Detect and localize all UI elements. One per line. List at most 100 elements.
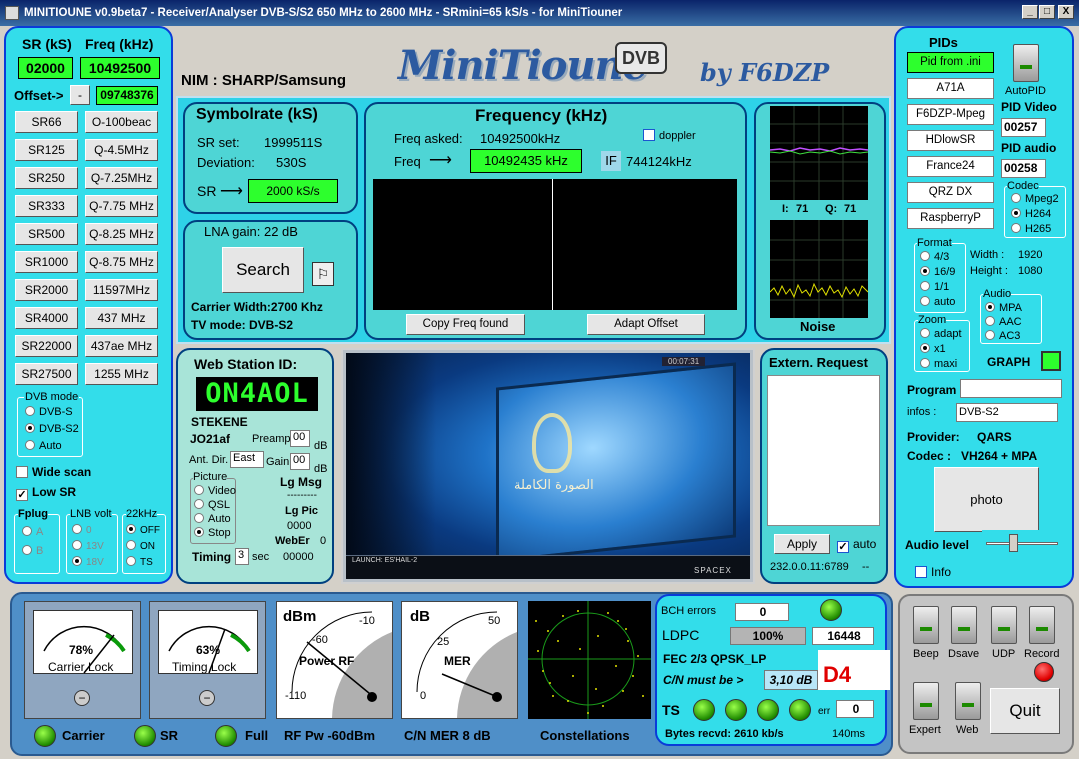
graph-toggle[interactable] [1041,351,1061,371]
udp-switch[interactable] [991,606,1017,644]
window-title: MINITIOUNE v0.9beta7 - Receiver/Analyser… [24,7,623,19]
picture-stop-radio[interactable]: Stop [194,527,231,539]
format-11-radio[interactable]: 1/1 [920,281,949,293]
format-auto-radio[interactable]: auto [920,296,955,308]
picture-video-radio[interactable]: Video [194,485,236,497]
pid-preset-button-5[interactable]: QRZ DX [907,182,994,203]
fplug-a-radio[interactable]: A [22,526,43,538]
sr-button-0[interactable]: SR66 [15,111,78,133]
close-button[interactable]: X [1058,5,1074,19]
sr-button-6[interactable]: SR2000 [15,279,78,301]
doppler-checkbox[interactable]: doppler [643,129,696,142]
zoom-x1-radio[interactable]: x1 [920,343,946,355]
timing-lock-pct: 63% [196,643,221,657]
dvb-s2-radio[interactable]: DVB-S2 [25,423,79,435]
info-checkbox[interactable]: Info [915,565,951,579]
audio-mpa-radio[interactable]: MPA [985,302,1022,314]
khz22-off-radio[interactable]: OFF [126,524,160,536]
freq-button-7[interactable]: 437 MHz [85,307,158,329]
lnb-label: LNB volt [70,508,112,520]
freq-button-2[interactable]: Q-7.25MHz [85,167,158,189]
offset-sign-button[interactable]: - [70,85,90,105]
khz22-on-radio[interactable]: ON [126,540,155,552]
adapt-offset-button[interactable]: Adapt Offset [587,314,705,335]
lnb-0-radio[interactable]: 0 [72,524,92,536]
sr-button-9[interactable]: SR27500 [15,363,78,385]
quit-button[interactable]: Quit [990,688,1060,734]
pid-preset-button-3[interactable]: HDlowSR [907,130,994,151]
freq-button-3[interactable]: Q-7.75 MHz [85,195,158,217]
sr-button-7[interactable]: SR4000 [15,307,78,329]
freq-input[interactable]: 10492500 [80,57,160,79]
lnb-13-radio[interactable]: 13V [72,540,104,552]
low-sr-checkbox[interactable]: ✓ Low SR [16,485,76,501]
gain-input[interactable]: 00 [290,453,310,470]
extern-list[interactable] [767,375,880,526]
audio-level-slider[interactable] [982,530,1064,558]
picture-qsl-radio[interactable]: QSL [194,499,230,511]
freq-button-8[interactable]: 437ae MHz [85,335,158,357]
sr-button-5[interactable]: SR1000 [15,251,78,273]
program-input[interactable] [960,379,1062,398]
audio-aac-radio[interactable]: AAC [985,316,1022,328]
infos-input[interactable]: DVB-S2 [956,403,1058,422]
apply-button[interactable]: Apply [774,534,830,554]
antdir-input[interactable]: East [230,451,264,468]
zoom-maxi-radio[interactable]: maxi [920,358,957,370]
sr-button-2[interactable]: SR250 [15,167,78,189]
format-169-radio[interactable]: 16/9 [920,266,955,278]
sr-button-4[interactable]: SR500 [15,223,78,245]
record-switch[interactable] [1029,606,1055,644]
preamp-input[interactable]: 00 [290,430,310,447]
pid-preset-button-1[interactable]: A71A [907,78,994,99]
sr-input[interactable]: 02000 [18,57,73,79]
autopid-switch[interactable] [1013,44,1039,82]
sr-button-3[interactable]: SR333 [15,195,78,217]
zoom-adapt-radio[interactable]: adapt [920,328,962,340]
dvb-s-radio[interactable]: DVB-S [25,406,73,418]
search-button[interactable]: Search [222,247,304,293]
web-switch[interactable] [955,682,981,720]
picture-auto-radio[interactable]: Auto [194,513,231,525]
pid-preset-button-4[interactable]: France24 [907,156,994,177]
fplug-b-radio[interactable]: B [22,545,43,557]
expert-switch[interactable] [913,682,939,720]
freq-button-4[interactable]: Q-8.25 MHz [85,223,158,245]
codec-h264-radio[interactable]: H264 [1011,208,1051,220]
sr-button-1[interactable]: SR125 [15,139,78,161]
beep-switch[interactable] [913,606,939,644]
codec-mpeg2-radio[interactable]: Mpeg2 [1011,193,1059,205]
pid-preset-button-2[interactable]: F6DZP-Mpeg [907,104,994,125]
copy-freq-button[interactable]: Copy Freq found [406,314,525,335]
freq-button-0[interactable]: O-100beac [85,111,158,133]
auto-checkbox[interactable]: ✓ auto [837,537,876,553]
wide-scan-checkbox[interactable]: Wide scan [16,465,91,479]
audio-ac3-radio[interactable]: AC3 [985,330,1020,342]
lnb-18-radio[interactable]: 18V [72,556,104,568]
pid-preset-button-0[interactable]: Pid from .ini [907,52,994,73]
audio-level-thumb[interactable] [1009,534,1018,552]
maximize-button[interactable]: □ [1039,5,1055,19]
db-label: dB [410,608,430,625]
codec-h265-radio[interactable]: H265 [1011,223,1051,235]
offset-input[interactable]: 09748376 [96,86,158,105]
audio-label: Audio [983,288,1012,300]
freq-button-9[interactable]: 1255 MHz [85,363,158,385]
format-43-radio[interactable]: 4/3 [920,251,949,263]
flag-icon[interactable]: ⚐ [312,262,334,286]
auto-radio[interactable]: Auto [25,440,62,452]
dsave-switch[interactable] [951,606,977,644]
pid-audio-input[interactable]: 00258 [1001,159,1046,178]
nim-label: NIM : SHARP/Samsung [181,72,347,89]
freq-button-5[interactable]: Q-8.75 MHz [85,251,158,273]
minimize-button[interactable]: _ [1022,5,1038,19]
timing-input[interactable]: 3 [235,548,249,565]
freq-button-1[interactable]: Q-4.5MHz [85,139,158,161]
photo-button[interactable]: photo [934,467,1039,532]
khz22-ts-radio[interactable]: TS [126,556,153,568]
freq-button-6[interactable]: 11597MHz [85,279,158,301]
pid-video-input[interactable]: 00257 [1001,118,1046,137]
carrier-led-label: Carrier [62,728,105,743]
pid-preset-button-6[interactable]: RaspberryP [907,208,994,229]
sr-button-8[interactable]: SR22000 [15,335,78,357]
